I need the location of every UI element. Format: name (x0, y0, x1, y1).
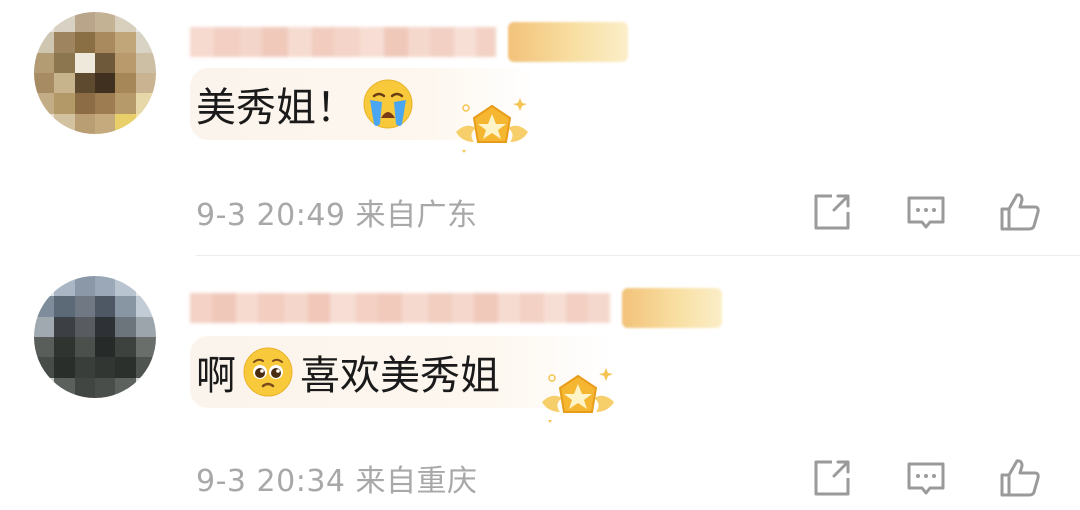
avatar[interactable] (34, 12, 156, 134)
comment-divider (196, 255, 1080, 256)
like-icon (1000, 193, 1040, 231)
like-icon (1000, 459, 1040, 497)
vip-badge (508, 22, 628, 62)
username-pixelated (190, 27, 496, 57)
loudly-crying-face-emoji (363, 79, 413, 129)
comment-meta: 9-3 20:34 来自重庆 (196, 456, 478, 500)
comment-icon (907, 462, 945, 495)
reply-button[interactable] (902, 188, 950, 236)
share-icon (814, 460, 850, 496)
comment-actions (762, 188, 1044, 236)
comment-actions (762, 454, 1044, 502)
avatar-pixelated-image (34, 12, 156, 134)
comment-item: 美秀姐！ 9-3 20:49 来自广东 (0, 0, 1080, 256)
comment-location: 来自广东 (355, 198, 478, 233)
username-blurred[interactable] (190, 22, 628, 62)
comment-meta: 9-3 20:49 来自广东 (196, 190, 478, 234)
share-button[interactable] (808, 454, 856, 502)
reply-button[interactable] (902, 454, 950, 502)
like-button[interactable] (996, 188, 1044, 236)
comment-icon (907, 196, 945, 229)
comment-location: 来自重庆 (355, 464, 478, 499)
comment-text-content: 美秀姐！ (196, 85, 356, 131)
comment-text: 啊 喜欢美秀姐 (196, 343, 500, 401)
share-button[interactable] (808, 188, 856, 236)
vip-badge (622, 288, 722, 328)
comment-time: 9-3 20:34 (196, 464, 346, 499)
gold-star-medal-icon (542, 368, 614, 423)
comment-time: 9-3 20:49 (196, 198, 346, 233)
gold-star-medal-icon (456, 98, 528, 153)
avatar[interactable] (34, 276, 156, 398)
like-button[interactable] (996, 454, 1044, 502)
share-icon (814, 194, 850, 230)
comment-text-content: 啊 (196, 353, 236, 399)
comment-item: 啊 喜欢美秀姐 9-3 20:34 来自重庆 (0, 258, 1080, 510)
comment-text-content: 喜欢美秀姐 (300, 353, 500, 399)
comment-text: 美秀姐！ (196, 75, 420, 133)
username-blurred[interactable] (190, 288, 722, 328)
username-pixelated (190, 293, 610, 323)
pleading-face-emoji (243, 347, 293, 397)
avatar-pixelated-image (34, 276, 156, 398)
